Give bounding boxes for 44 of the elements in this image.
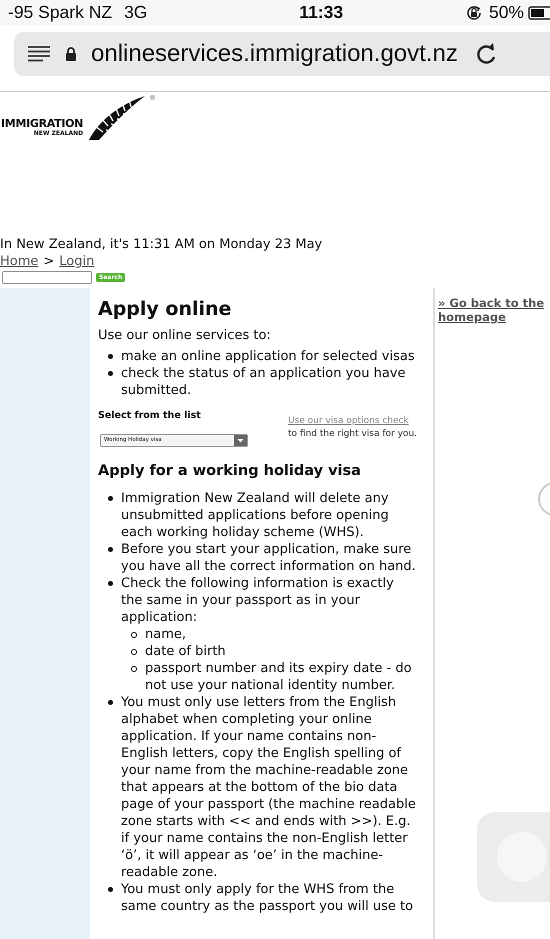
bullet-icon <box>108 887 113 892</box>
homepage-link[interactable]: » Go back to the homepage <box>438 296 548 324</box>
bullet-icon <box>108 354 113 359</box>
carrier-name: -95 Spark NZ <box>8 2 112 23</box>
list-item-text: date of birth <box>145 643 226 660</box>
rotation-lock-icon <box>464 4 483 22</box>
list-item-text: make an online application for selected visas <box>121 348 415 365</box>
list-item-text: Before you start your application, make sure you have all the correct information on hand. <box>121 542 416 574</box>
list-item-text: You must only apply for the WHS from the same country as the passport you will use to <box>121 882 414 914</box>
help-text: Use our visa options check to find the right visa for you. <box>288 415 418 441</box>
breadcrumb-link[interactable]: Home <box>0 253 38 270</box>
breadcrumb-link[interactable]: Login <box>59 253 94 270</box>
bullet-icon <box>108 700 113 705</box>
list-item-text: passport number and its expiry date - do not use your national identity number. <box>145 660 413 694</box>
visa-options-link[interactable]: Use our visa options check <box>288 416 409 426</box>
network-type: 3G <box>124 2 148 23</box>
bullet-icon <box>108 496 113 501</box>
address-bar[interactable]: onlineservices.immigration.govt.nz <box>14 32 550 76</box>
list-item-text: Check the following information is exactly the same in your passport as in your application: <box>121 576 394 625</box>
battery-icon <box>528 6 550 20</box>
reload-icon[interactable] <box>476 42 498 66</box>
menu-icon[interactable] <box>27 45 51 63</box>
search-field[interactable] <box>2 270 92 284</box>
date-text: In New Zealand, it's 11:31 AM on Monday 23 May <box>0 236 324 253</box>
page-title: Apply online <box>98 301 232 318</box>
bullet-icon <box>131 649 137 655</box>
battery-percent: 50% <box>488 2 524 23</box>
bullet-icon <box>108 371 113 376</box>
list-item-text: check the status of an application you have submitted. <box>121 365 406 399</box>
url-text: onlineservices.immigration.govt.nz <box>91 40 458 68</box>
bullet-icon <box>108 581 113 586</box>
lock-icon <box>65 46 77 62</box>
bullet-icon <box>108 547 113 552</box>
breadcrumb-separator: > <box>43 253 54 270</box>
list-item-text: Immigration New Zealand will delete any unsubmitted applications before opening each working holiday scheme (WHS). <box>121 491 389 540</box>
section-title: Apply for a working holiday visa <box>98 463 362 480</box>
select-label: Select from the list <box>98 409 202 423</box>
logo-wordmark: IMMIGRATION <box>1 118 84 130</box>
bullet-icon <box>131 666 137 672</box>
bullet-icon <box>131 632 137 638</box>
clock-time: 11:33 <box>298 2 344 23</box>
intro-text: Use our online services to: <box>98 327 272 344</box>
list-item-text: You must only use letters from the English alphabet when completing your online application. If your name contains non-English letters, copy the English spelling of your name from the machine-readable zone that appears at the bottom of the bio data page of your passport (the machine readable zone starts with << and ends with >>). E.g. if your name contains the non-English letter ‘ö’, it will appear as ‘oe’ in the machine-readable zone. <box>121 695 416 880</box>
list-item-text: name, <box>145 626 186 643</box>
